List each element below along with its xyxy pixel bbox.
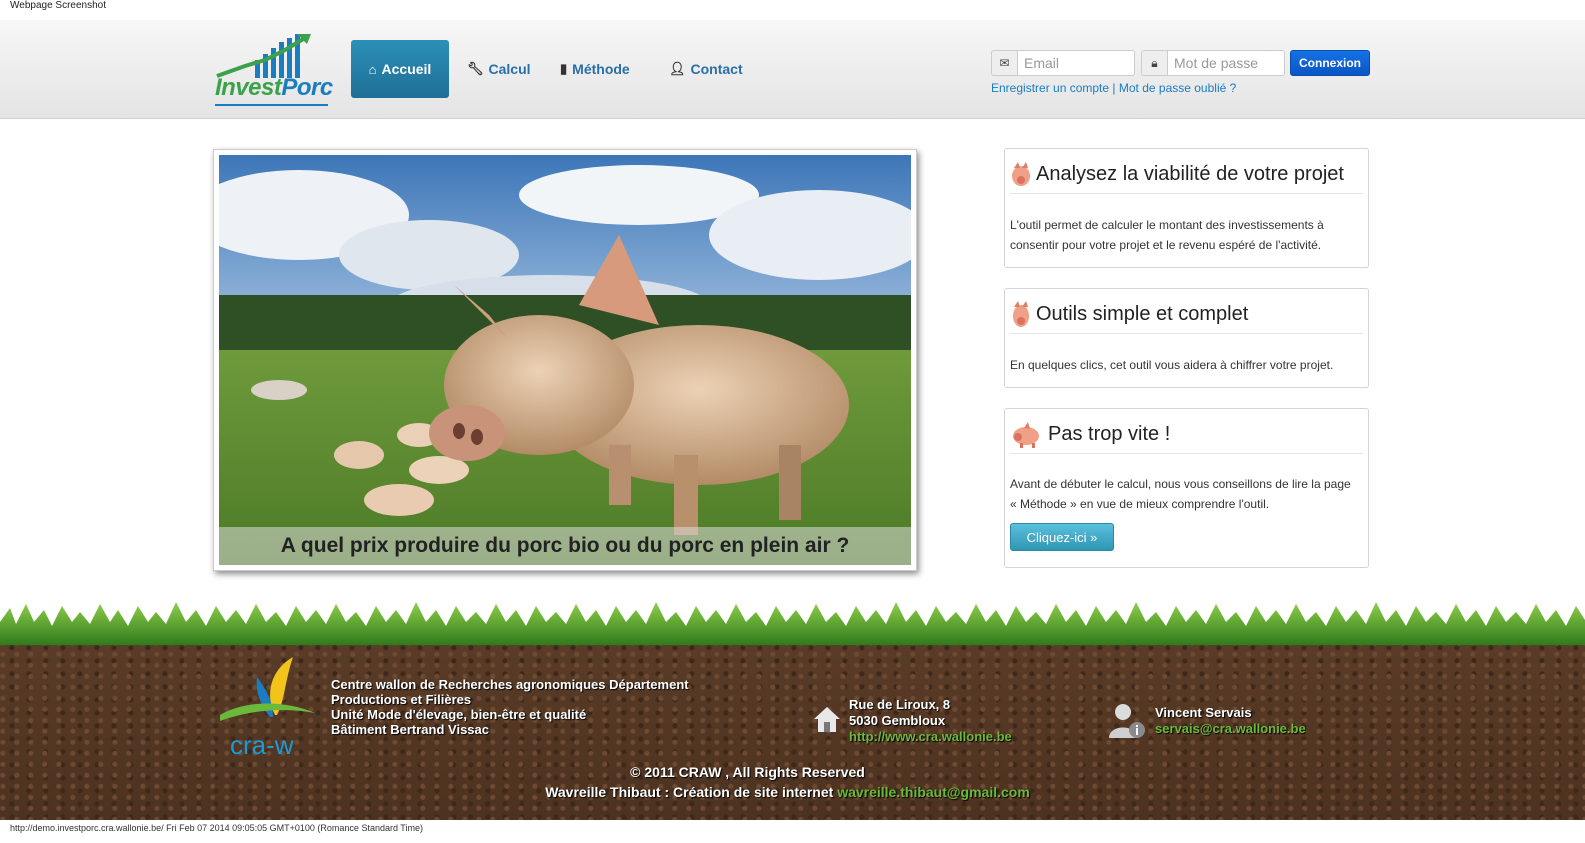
copyright: © 2011 CRAW , All Rights Reserved — [630, 764, 865, 780]
nav-label: Contact — [690, 61, 743, 77]
navbar: InvestPorc ⌂ Accueil 🔧︎ Calcul ▮ Méthode… — [0, 20, 1585, 119]
password-field[interactable] — [1167, 50, 1285, 76]
home-icon: ⌂ — [368, 61, 377, 77]
nav-label: Accueil — [381, 61, 432, 77]
links-separator: | — [1112, 81, 1116, 95]
hero-frame: A quel prix produire du porc bio ou du p… — [213, 149, 917, 571]
credit-text: Wavreille Thibaut : Création de site int… — [545, 784, 834, 800]
contact-person-icon — [1109, 704, 1145, 738]
logo-chart-icon — [216, 34, 311, 78]
hero-caption: A quel prix produire du porc bio ou du p… — [219, 527, 911, 565]
screenshot-label: Webpage Screenshot — [10, 0, 106, 11]
login-links: Enregistrer un compte | Mot de passe oub… — [991, 81, 1236, 95]
website-link[interactable]: http://www.cra.wallonie.be — [849, 729, 1012, 745]
box-text: Avant de débuter le calcul, nous vous co… — [1010, 477, 1351, 511]
logo-text: InvestPorc — [215, 74, 333, 101]
lock-icon: 🔒︎ — [1141, 50, 1167, 76]
logo-underline — [215, 104, 328, 106]
nav-label: Calcul — [488, 61, 531, 77]
box-title: Pas trop vite ! — [1048, 422, 1171, 445]
box-pas-trop-vite: Pas trop vite ! Avant de débuter le calc… — [1004, 408, 1369, 568]
user-icon: 👤︎ — [669, 61, 686, 76]
box-viabilite: Analysez la viabilité de votre projet L'… — [1004, 148, 1369, 268]
credit-email-link[interactable]: wavreille.thibaut@gmail.com — [837, 784, 1030, 800]
contact-email-link[interactable]: servais@cra.wallonie.be — [1155, 721, 1306, 737]
address-block: Rue de Liroux, 8 5030 Gembloux http://ww… — [849, 697, 1012, 745]
box-outils: Outils simple et complet En quelques cli… — [1004, 288, 1369, 388]
email-group: ✉ — [991, 50, 1135, 76]
grass-border — [0, 602, 1585, 645]
box-header: Pas trop vite ! — [1010, 415, 1363, 454]
house-icon — [814, 707, 840, 732]
envelope-icon: ✉ — [991, 50, 1017, 76]
craw-leaf-icon — [220, 657, 315, 721]
box-header: Analysez la viabilité de votre projet — [1010, 155, 1363, 194]
box-text: En quelques clics, cet outil vous aidera… — [1010, 358, 1334, 372]
nav-label: Méthode — [572, 61, 630, 77]
credit-line: Wavreille Thibaut : Création de site int… — [0, 782, 1585, 802]
address-street: Rue de Liroux, 8 — [849, 697, 951, 712]
pig-icon — [1013, 301, 1029, 327]
org-address: Centre wallon de Recherches agronomiques… — [331, 677, 689, 737]
nav-contact[interactable]: 👤︎ Contact — [669, 40, 743, 98]
org-line: Bâtiment Bertrand Vissac — [331, 722, 489, 737]
investporc-logo[interactable]: InvestPorc — [215, 30, 333, 110]
box-title: Analysez la viabilité de votre projet — [1036, 162, 1344, 185]
connexion-button[interactable]: Connexion — [1290, 50, 1370, 76]
forgot-password-link[interactable]: Mot de passe oublié ? — [1119, 81, 1236, 95]
register-link[interactable]: Enregistrer un compte — [991, 81, 1109, 95]
address-city: 5030 Gembloux — [849, 713, 946, 728]
org-line: Productions et Filières — [331, 692, 472, 707]
password-group: 🔒︎ — [1141, 50, 1285, 76]
box-title: Outils simple et complet — [1036, 302, 1249, 325]
nav-calcul[interactable]: 🔧︎ Calcul — [467, 40, 531, 98]
contact-name: Vincent Servais — [1155, 705, 1252, 720]
cliquez-ici-button[interactable]: Cliquez-ici » — [1010, 523, 1114, 551]
box-text: L'outil permet de calculer le montant de… — [1010, 218, 1324, 252]
status-bar: http://demo.investporc.cra.wallonie.be/ … — [0, 820, 1585, 843]
email-field[interactable] — [1017, 50, 1135, 76]
pig-icon — [1012, 162, 1030, 186]
craw-logo-text: cra-w — [230, 730, 294, 760]
status-url: http://demo.investporc.cra.wallonie.be/ … — [10, 823, 423, 833]
contact-block: Vincent Servais servais@cra.wallonie.be — [1155, 705, 1306, 737]
nav-methode[interactable]: ▮ Méthode — [560, 40, 630, 98]
copyright-block: © 2011 CRAW , All Rights Reserved Wavrei… — [0, 762, 1585, 802]
nav-accueil[interactable]: ⌂ Accueil — [351, 40, 449, 98]
hero-pig-image: A quel prix produire du porc bio ou du p… — [219, 155, 911, 565]
org-line: Unité Mode d'élevage, bien-être et quali… — [331, 707, 587, 722]
craw-logo[interactable]: cra-w — [215, 655, 325, 765]
book-icon: ▮ — [560, 61, 568, 76]
org-line: Centre wallon de Recherches agronomiques… — [331, 677, 689, 692]
box-header: Outils simple et complet — [1010, 295, 1363, 334]
wrench-icon: 🔧︎ — [467, 61, 484, 76]
running-pig-icon — [1013, 422, 1039, 448]
